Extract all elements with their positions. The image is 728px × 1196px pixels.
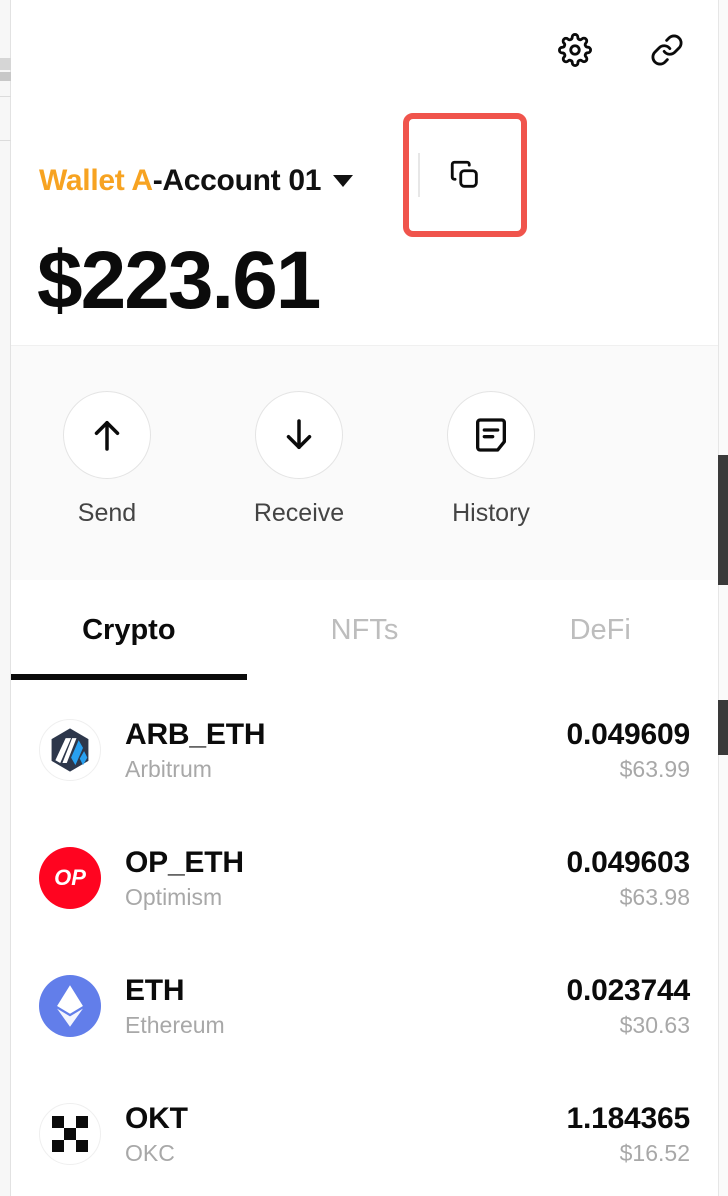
chevron-down-icon[interactable] bbox=[333, 175, 354, 187]
wallet-selector-row: Wallet A - Account 01 bbox=[11, 150, 718, 212]
history-button[interactable]: History bbox=[395, 391, 587, 528]
arbitrum-glyph bbox=[51, 728, 89, 772]
quick-actions-bar: Send Receive History bbox=[11, 345, 718, 580]
send-icon-circle bbox=[63, 391, 151, 479]
history-icon-circle bbox=[447, 391, 535, 479]
tab-crypto-label: Crypto bbox=[82, 613, 176, 646]
send-label: Send bbox=[77, 499, 137, 527]
token-amount: 0.023744 bbox=[566, 973, 690, 1007]
token-values: 0.049603 $63.98 bbox=[566, 846, 690, 911]
wallet-separator: - bbox=[152, 164, 163, 197]
token-network: Ethereum bbox=[125, 1011, 225, 1038]
table-row[interactable]: OP OP_ETH Optimism 0.049603 $63.98 bbox=[11, 814, 718, 942]
background-fragment bbox=[718, 455, 728, 585]
table-row[interactable]: ETH Ethereum 0.023744 $30.63 bbox=[11, 942, 718, 1070]
tab-nfts-label: NFTs bbox=[330, 613, 399, 646]
token-symbol: OP_ETH bbox=[125, 845, 244, 879]
table-row[interactable]: ARB_ETH Arbitrum 0.049609 $63.99 bbox=[11, 686, 718, 814]
arbitrum-icon bbox=[39, 719, 101, 781]
token-values: 1.184365 $16.52 bbox=[566, 1102, 690, 1167]
token-amount: 0.049603 bbox=[566, 845, 690, 879]
gear-icon[interactable] bbox=[558, 33, 592, 67]
token-symbol: OKT bbox=[125, 1101, 188, 1135]
account-name: Account 01 bbox=[162, 164, 322, 197]
send-button[interactable]: Send bbox=[11, 391, 203, 528]
token-amount: 1.184365 bbox=[566, 1101, 690, 1135]
receive-button[interactable]: Receive bbox=[203, 391, 395, 528]
arrow-down-icon bbox=[286, 419, 312, 449]
token-network: Optimism bbox=[125, 883, 223, 910]
token-network: OKC bbox=[125, 1139, 175, 1166]
history-label: History bbox=[452, 499, 530, 527]
optimism-icon-label: OP bbox=[54, 865, 86, 890]
token-fiat-value: $30.63 bbox=[619, 1011, 690, 1038]
background-divider bbox=[0, 140, 11, 141]
token-values: 0.049609 $63.99 bbox=[566, 718, 690, 783]
tab-nfts[interactable]: NFTs bbox=[247, 580, 483, 680]
tab-defi[interactable]: DeFi bbox=[482, 580, 718, 680]
wallet-name: Wallet A bbox=[39, 164, 153, 197]
token-symbol: ETH bbox=[125, 973, 185, 1007]
token-info: ETH Ethereum bbox=[125, 974, 225, 1039]
document-icon bbox=[476, 418, 506, 452]
token-list: ARB_ETH Arbitrum 0.049609 $63.99 OP OP_E… bbox=[11, 686, 718, 1196]
arrow-up-icon bbox=[94, 421, 120, 451]
tab-defi-label: DeFi bbox=[569, 613, 631, 646]
background-window-left-edge bbox=[0, 0, 11, 1196]
table-row[interactable]: OKT OKC 1.184365 $16.52 bbox=[11, 1070, 718, 1196]
ethereum-glyph bbox=[57, 985, 83, 1027]
asset-tabs: Crypto NFTs DeFi bbox=[11, 580, 718, 680]
total-balance: $223.61 bbox=[37, 235, 321, 326]
token-values: 0.023744 $30.63 bbox=[566, 974, 690, 1039]
receive-icon-circle bbox=[255, 391, 343, 479]
background-fragment bbox=[0, 72, 11, 81]
copy-button-highlight-box bbox=[403, 113, 527, 237]
background-window-right-edge bbox=[718, 0, 728, 1196]
token-network: Arbitrum bbox=[125, 755, 212, 782]
optimism-icon: OP bbox=[39, 847, 101, 909]
wallet-app-window: Wallet A - Account 01 $223.61 Send Recei… bbox=[0, 0, 728, 1196]
token-info: OKT OKC bbox=[125, 1102, 188, 1167]
token-amount: 0.049609 bbox=[566, 717, 690, 751]
token-info: OP_ETH Optimism bbox=[125, 846, 244, 911]
top-icon-bar bbox=[11, 0, 718, 100]
background-fragment bbox=[0, 58, 11, 70]
wallet-account-selector[interactable]: Wallet A - Account 01 bbox=[39, 164, 354, 198]
token-fiat-value: $16.52 bbox=[619, 1139, 690, 1166]
tab-crypto[interactable]: Crypto bbox=[11, 580, 247, 680]
token-fiat-value: $63.98 bbox=[619, 883, 690, 910]
ethereum-icon bbox=[39, 975, 101, 1037]
background-fragment bbox=[718, 700, 728, 755]
background-divider bbox=[0, 96, 11, 97]
link-icon[interactable] bbox=[650, 33, 684, 67]
token-symbol: ARB_ETH bbox=[125, 717, 266, 751]
receive-label: Receive bbox=[253, 499, 345, 527]
token-fiat-value: $63.99 bbox=[619, 755, 690, 782]
okc-glyph bbox=[52, 1116, 88, 1152]
okc-icon bbox=[39, 1103, 101, 1165]
wallet-app-surface: Wallet A - Account 01 $223.61 Send Recei… bbox=[11, 0, 718, 1196]
token-info: ARB_ETH Arbitrum bbox=[125, 718, 265, 783]
